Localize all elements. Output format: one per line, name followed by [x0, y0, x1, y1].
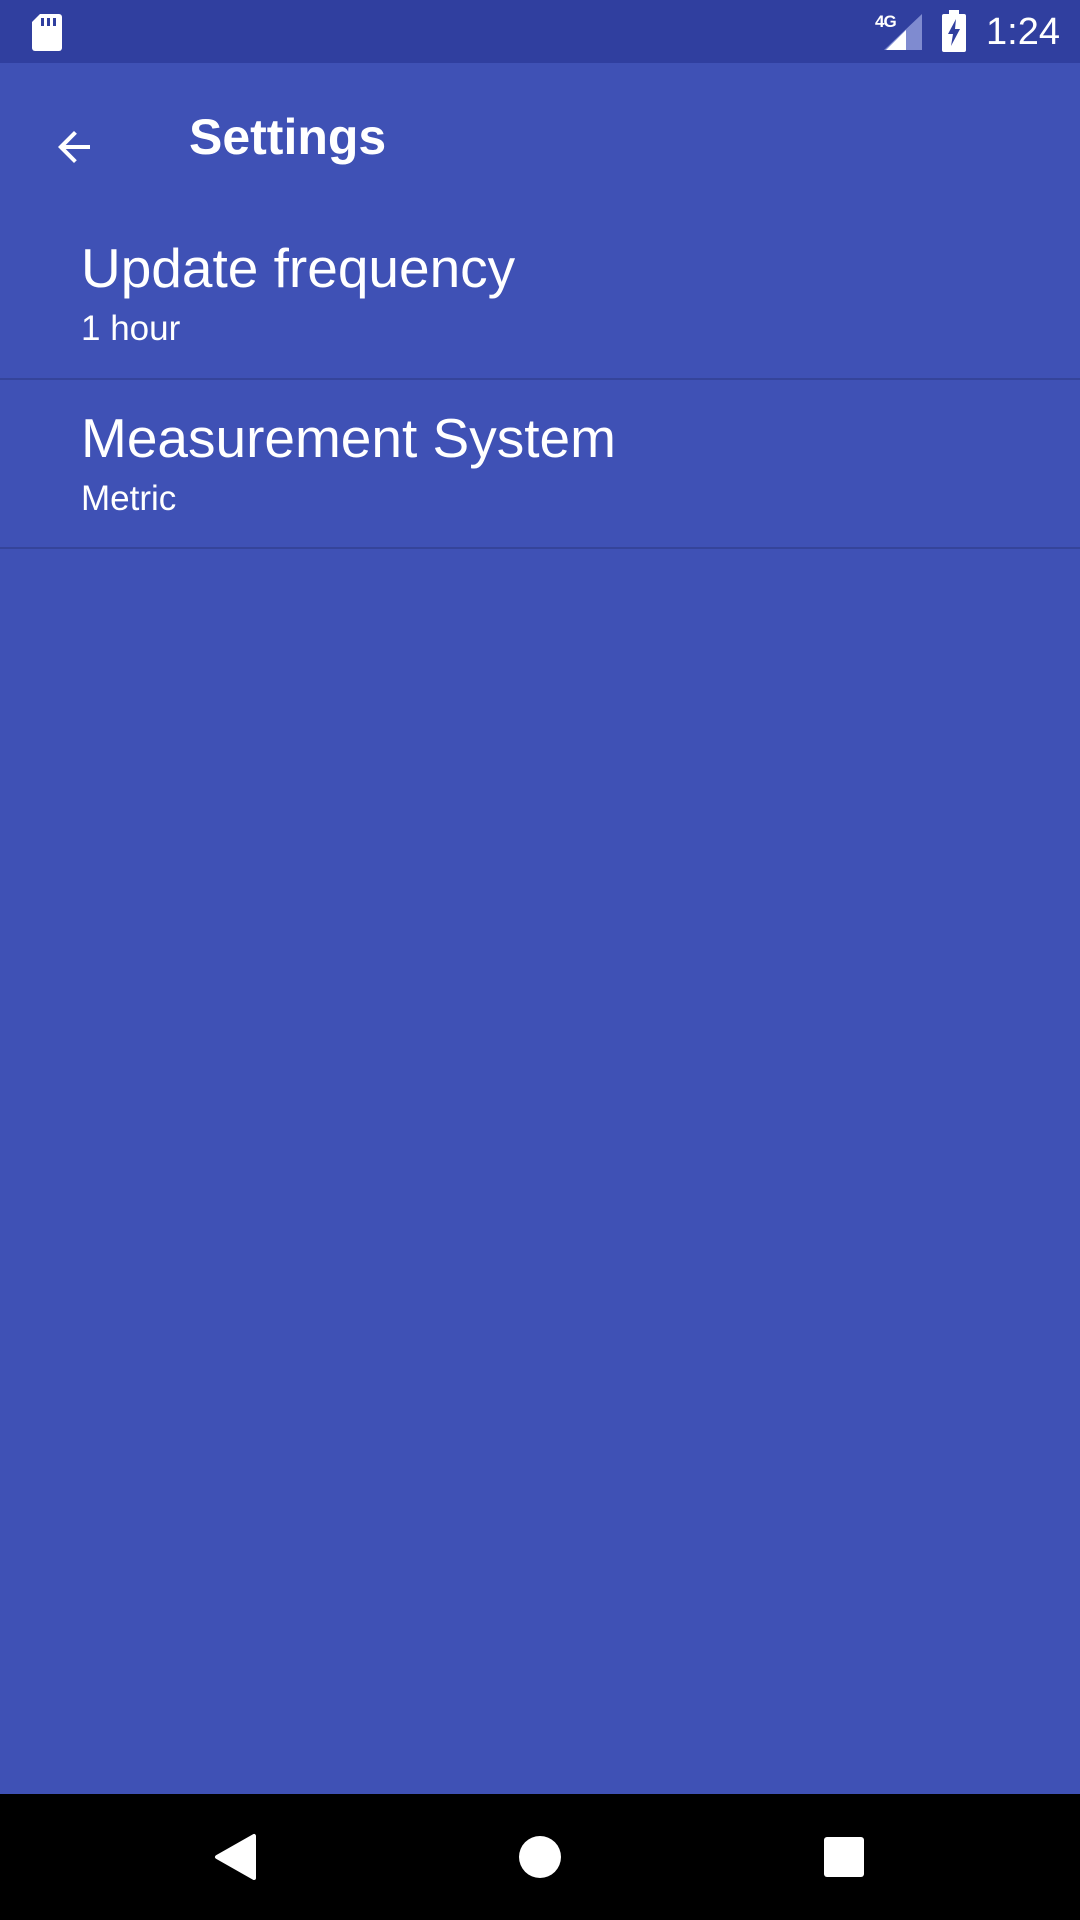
battery-charging-icon — [942, 10, 966, 52]
pref-title: Measurement System — [81, 407, 616, 469]
back-button[interactable] — [30, 103, 118, 191]
pref-measurement-system[interactable]: Measurement System Metric — [0, 380, 1080, 549]
nav-home-button[interactable] — [505, 1822, 575, 1892]
nav-recents-button[interactable] — [809, 1822, 879, 1892]
nav-back-button[interactable] — [201, 1822, 271, 1892]
page-title: Settings — [189, 109, 387, 165]
toolbar: Settings — [0, 63, 1080, 210]
signal-icon — [884, 14, 922, 50]
nav-back-icon — [215, 1834, 256, 1880]
navigation-bar — [0, 1794, 1080, 1920]
arrow-back-icon — [58, 131, 90, 163]
nav-recents-icon — [824, 1837, 864, 1877]
pref-update-frequency[interactable]: Update frequency 1 hour — [0, 210, 1080, 380]
status-bar: 4G 1:24 — [0, 0, 1080, 63]
sd-card-icon — [32, 14, 62, 51]
pref-title: Update frequency — [81, 237, 516, 299]
status-clock: 1:24 — [986, 11, 1060, 53]
pref-summary: 1 hour — [81, 309, 181, 348]
nav-home-icon — [519, 1836, 561, 1878]
preference-list: Update frequency 1 hour Measurement Syst… — [0, 210, 1080, 549]
pref-summary: Metric — [81, 479, 177, 518]
